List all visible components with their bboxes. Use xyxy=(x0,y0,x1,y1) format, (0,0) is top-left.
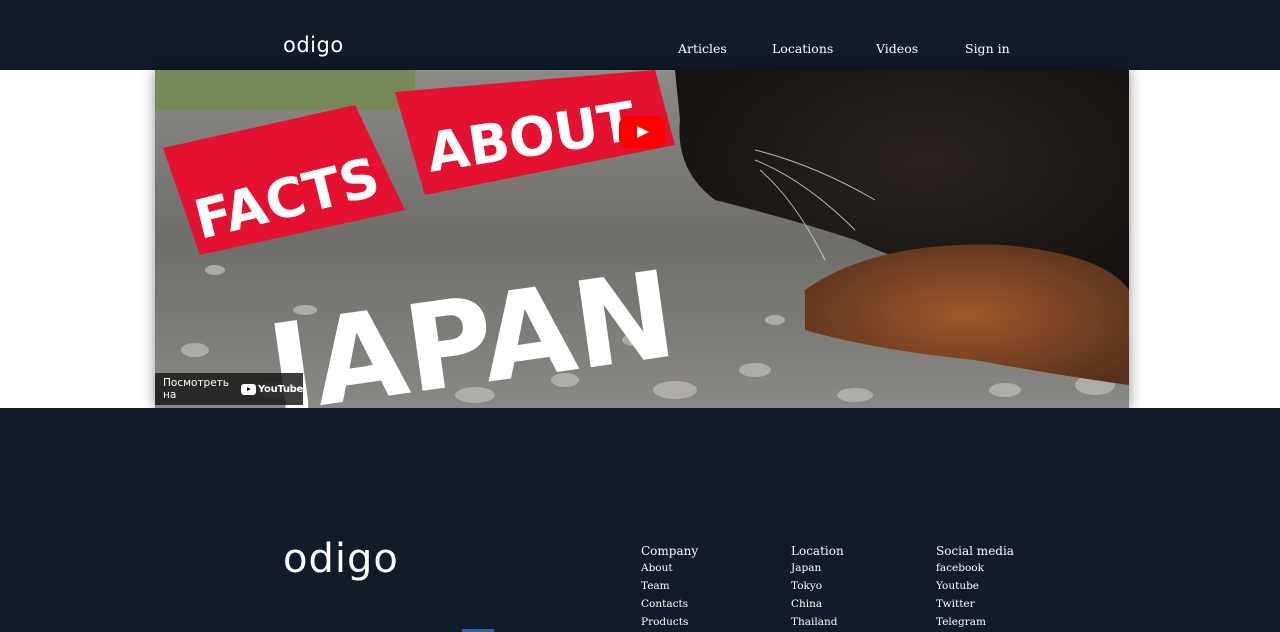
footer-link-china[interactable]: China xyxy=(791,598,844,616)
footer-logo[interactable]: odigo xyxy=(283,536,399,582)
youtube-play-icon xyxy=(241,383,256,395)
nav-videos[interactable]: Videos xyxy=(876,41,918,56)
footer-column-social-media: Social media facebook Youtube Twitter Te… xyxy=(936,544,1014,632)
site-header: odigo Articles Locations Videos Sign in xyxy=(0,0,1280,70)
youtube-logo-text: YouTube xyxy=(258,383,303,395)
footer-link-team[interactable]: Team xyxy=(641,580,698,598)
video-embed[interactable]: FACTS ABOUT JAPAN Посмотреть на YouTube xyxy=(155,70,1129,408)
play-button[interactable] xyxy=(619,116,665,148)
nav-articles[interactable]: Articles xyxy=(678,41,727,56)
footer-link-thailand[interactable]: Thailand xyxy=(791,616,844,632)
footer-link-twitter[interactable]: Twitter xyxy=(936,598,1014,616)
footer-link-contacts[interactable]: Contacts xyxy=(641,598,698,616)
footer-link-telegram[interactable]: Telegram xyxy=(936,616,1014,632)
header-logo[interactable]: odigo xyxy=(283,33,344,57)
footer-link-products[interactable]: Products xyxy=(641,616,698,632)
watch-on-youtube-button[interactable]: Посмотреть на YouTube xyxy=(155,373,303,405)
footer-column-location: Location Japan Tokyo China Thailand xyxy=(791,544,844,632)
footer-column-title: Social media xyxy=(936,544,1014,558)
watch-on-label: Посмотреть на xyxy=(163,377,229,401)
site-footer: odigo Company About Team Contacts Produc… xyxy=(0,408,1280,632)
nav-locations[interactable]: Locations xyxy=(772,41,833,56)
nav-sign-in[interactable]: Sign in xyxy=(965,41,1010,56)
youtube-logo: YouTube xyxy=(241,383,303,395)
footer-column-company: Company About Team Contacts Products xyxy=(641,544,698,632)
footer-column-title: Location xyxy=(791,544,844,558)
footer-column-title: Company xyxy=(641,544,699,558)
footer-link-tokyo[interactable]: Tokyo xyxy=(791,580,844,598)
footer-link-japan[interactable]: Japan xyxy=(791,562,844,580)
footer-link-facebook[interactable]: facebook xyxy=(936,562,1014,580)
footer-link-youtube[interactable]: Youtube xyxy=(936,580,1014,598)
footer-link-about[interactable]: About xyxy=(641,562,698,580)
